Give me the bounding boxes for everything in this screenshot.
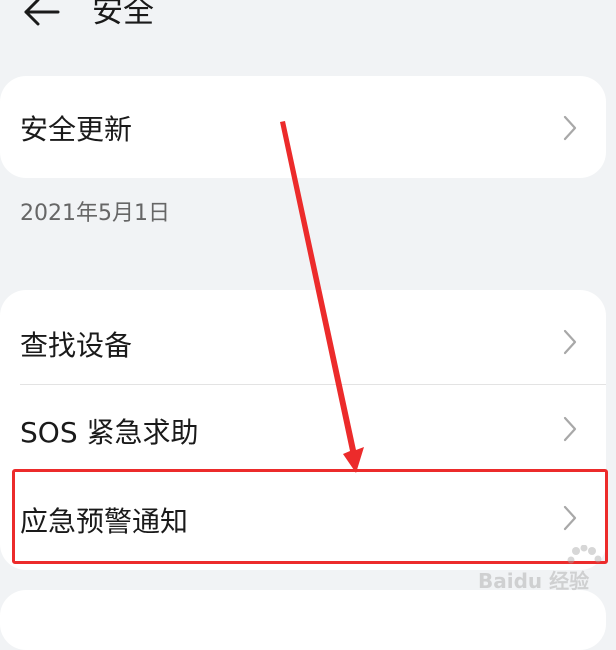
settings-item-label: 应急预警通知 bbox=[20, 505, 189, 538]
security-update-item[interactable]: 安全更新 bbox=[0, 76, 606, 178]
settings-item-label: SOS 紧急求助 bbox=[20, 416, 199, 449]
security-update-date: 2021年5月1日 bbox=[20, 201, 170, 226]
next-card bbox=[0, 590, 606, 650]
back-arrow-icon[interactable] bbox=[22, 0, 62, 32]
settings-item-sos[interactable]: SOS 紧急求助 bbox=[0, 385, 606, 474]
security-update-label: 安全更新 bbox=[20, 113, 133, 146]
settings-item-emergency-alerts[interactable]: 应急预警通知 bbox=[0, 474, 606, 570]
chevron-right-icon bbox=[563, 416, 577, 442]
header: 安全 bbox=[0, 0, 616, 40]
settings-item-label: 查找设备 bbox=[20, 329, 133, 362]
settings-item-find-device[interactable]: 查找设备 bbox=[0, 290, 606, 385]
security-update-card: 安全更新 bbox=[0, 76, 606, 178]
chevron-right-icon bbox=[563, 329, 577, 355]
page-title: 安全 bbox=[92, 0, 154, 30]
chevron-right-icon bbox=[563, 115, 577, 141]
settings-card: 查找设备 SOS 紧急求助 应急预警通知 bbox=[0, 290, 606, 570]
chevron-right-icon bbox=[563, 505, 577, 531]
